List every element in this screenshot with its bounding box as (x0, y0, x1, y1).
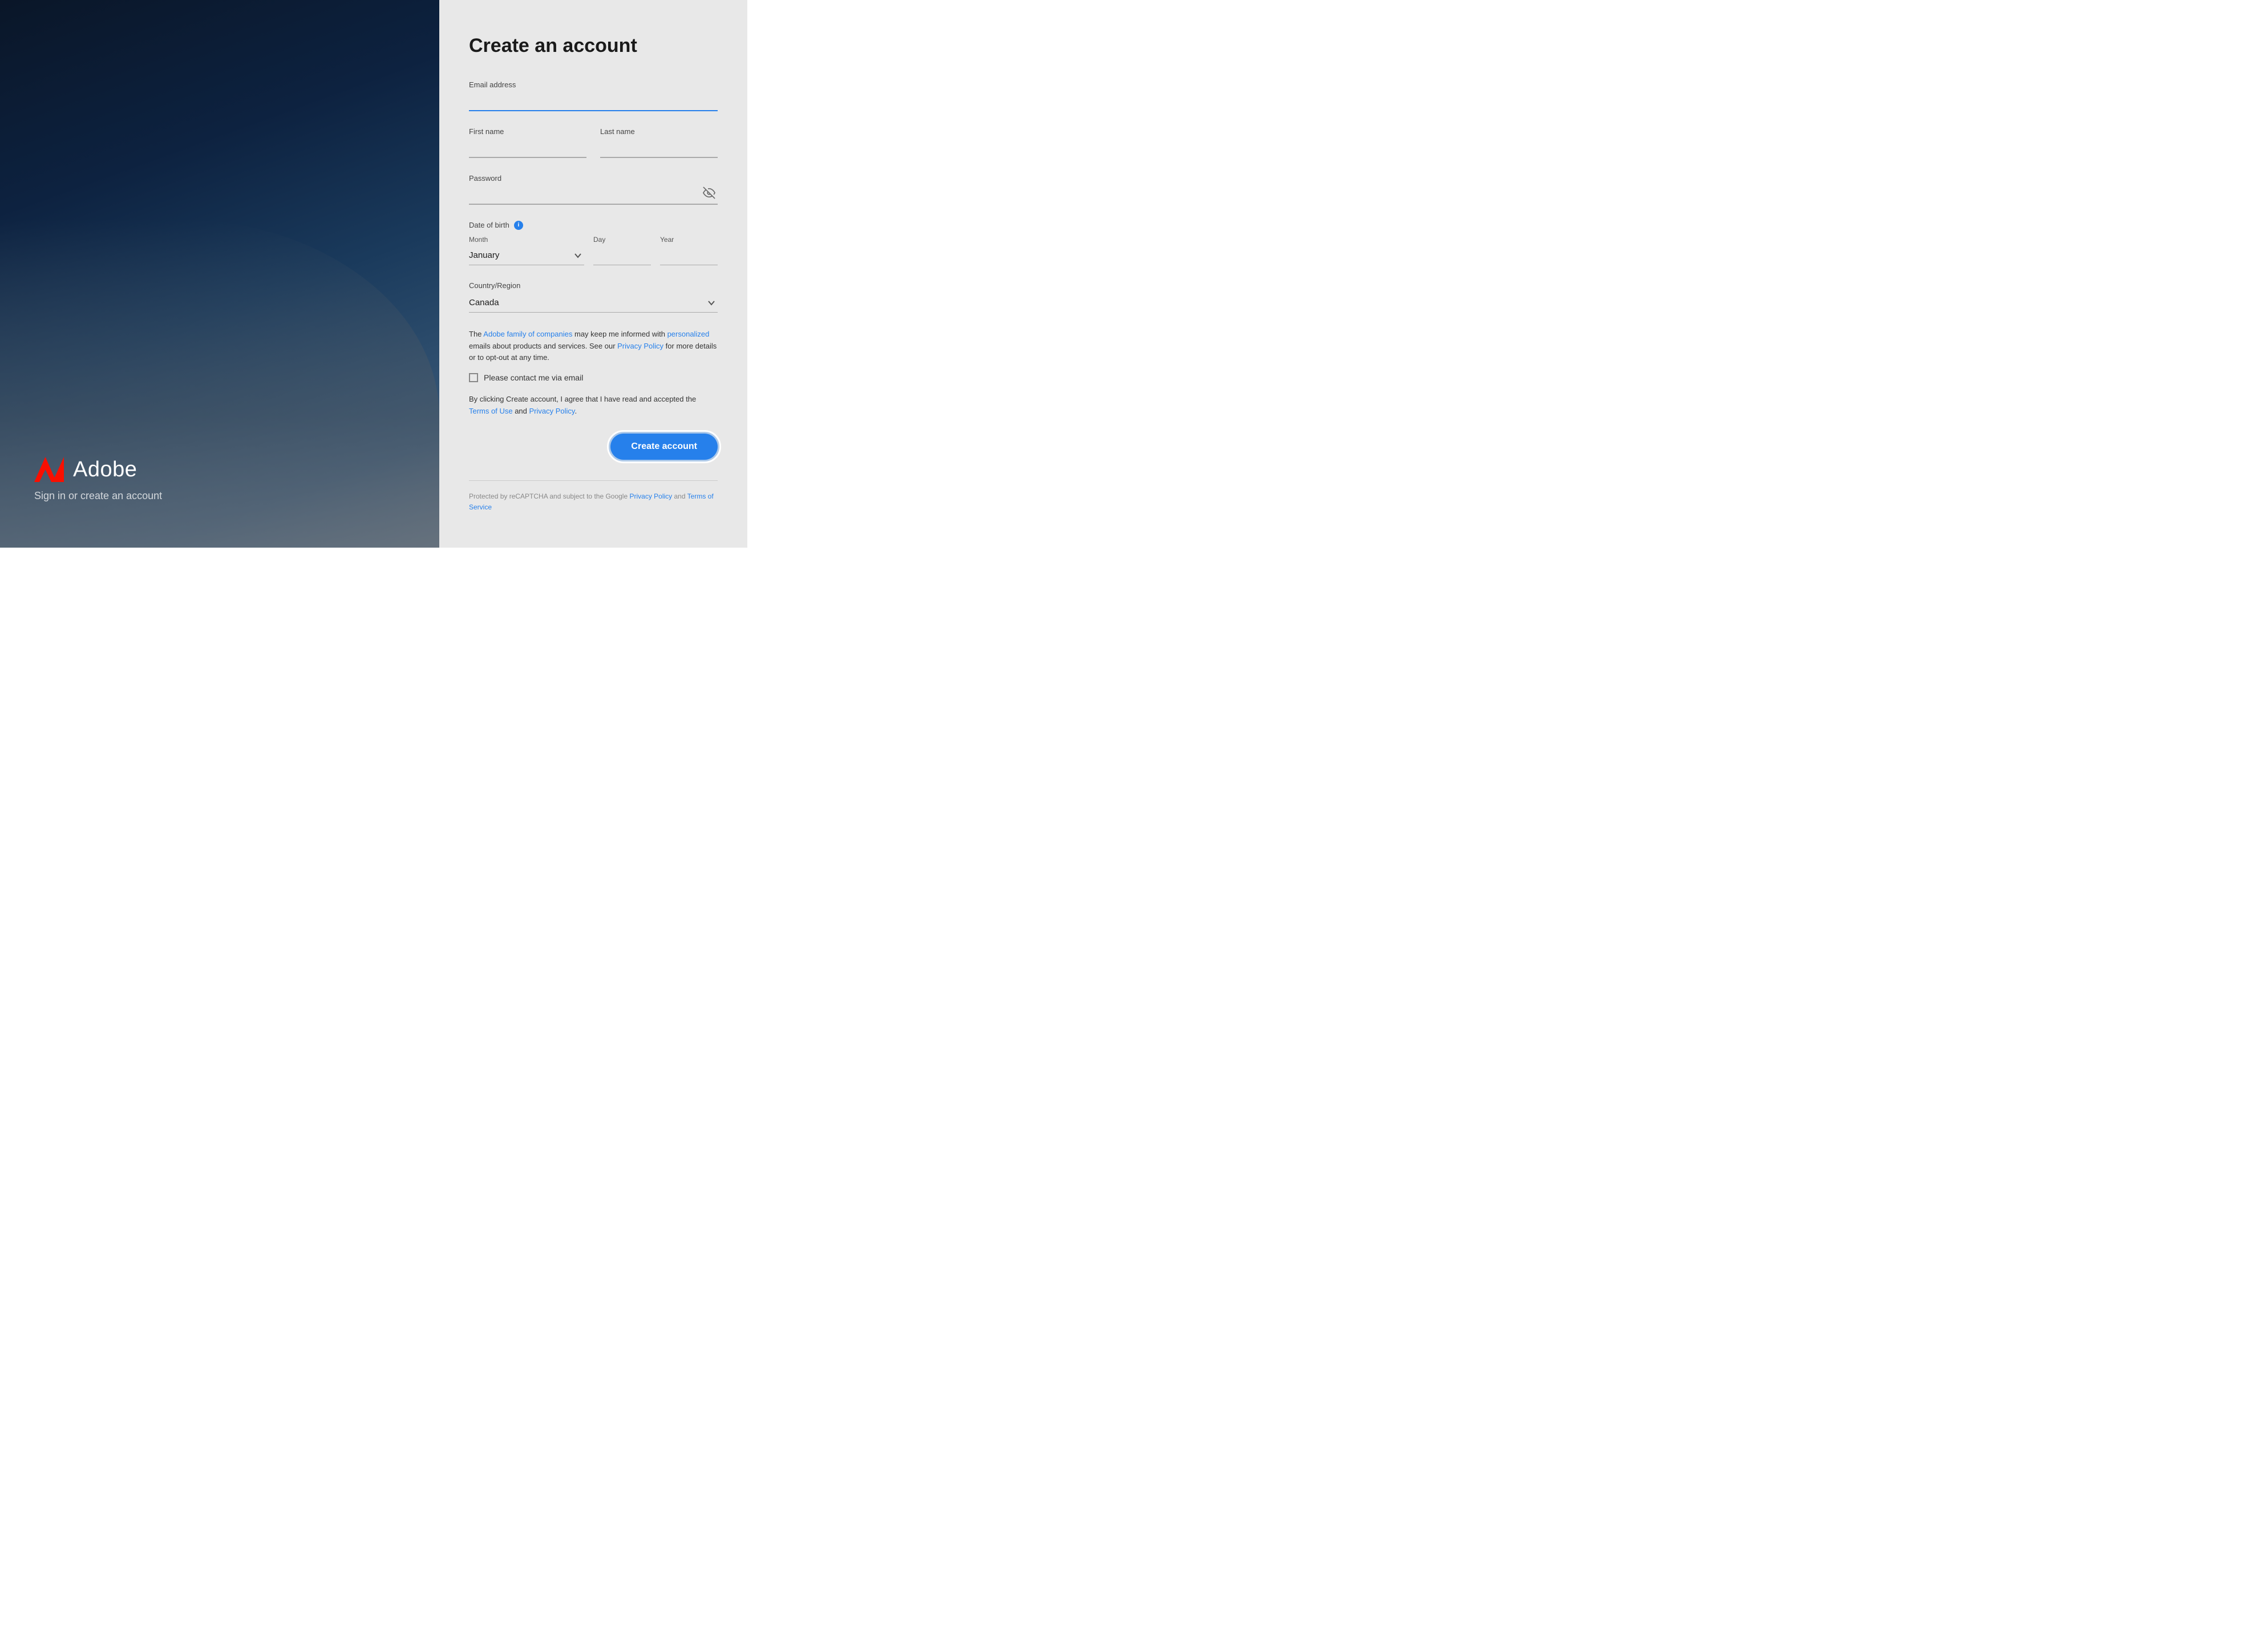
adobe-family-link[interactable]: Adobe family of companies (483, 330, 572, 338)
terms-text: By clicking Create account, I agree that… (469, 394, 718, 418)
divider (469, 480, 718, 481)
left-panel: Adobe Sign in or create an account (0, 0, 439, 548)
email-group: Email address (469, 80, 718, 111)
password-label: Password (469, 174, 718, 183)
checkbox-row: Please contact me via email (469, 373, 718, 382)
adobe-logo-wrapper: Adobe (34, 457, 405, 482)
recaptcha-privacy-link[interactable]: Privacy Policy (629, 492, 672, 500)
day-input[interactable] (593, 246, 651, 265)
consent-text: The Adobe family of companies may keep m… (469, 329, 718, 364)
country-select-wrapper: Canada United States United Kingdom Aust… (469, 293, 718, 313)
recaptcha-text: Protected by reCAPTCHA and subject to th… (469, 491, 718, 513)
create-account-button[interactable]: Create account (610, 434, 718, 460)
email-label: Email address (469, 80, 718, 89)
year-input[interactable] (660, 246, 718, 265)
name-row: First name Last name (469, 127, 718, 158)
year-col: Year (660, 236, 718, 265)
password-group: Password (469, 174, 718, 205)
country-select[interactable]: Canada United States United Kingdom Aust… (469, 293, 718, 313)
contact-checkbox[interactable] (469, 373, 478, 382)
password-wrapper (469, 186, 718, 205)
privacy-policy-link-1[interactable]: Privacy Policy (617, 342, 663, 350)
adobe-branding: Adobe Sign in or create an account (34, 457, 405, 502)
dob-section: Date of birth i Month January February M… (469, 221, 718, 281)
month-select[interactable]: January February March April May June Ju… (469, 246, 584, 265)
day-col: Day (593, 236, 651, 265)
form-title: Create an account (469, 34, 718, 58)
year-col-label: Year (660, 236, 718, 244)
create-btn-wrapper: Create account (469, 434, 718, 460)
adobe-wordmark: Adobe (73, 457, 137, 482)
country-label: Country/Region (469, 281, 718, 290)
dob-label-row: Date of birth i (469, 221, 718, 230)
last-name-label: Last name (600, 127, 718, 136)
dob-row: Month January February March April May J… (469, 236, 718, 265)
dob-label: Date of birth (469, 221, 509, 229)
right-panel: Create an account Email address First na… (439, 0, 747, 548)
country-group: Country/Region Canada United States Unit… (469, 281, 718, 313)
adobe-tagline: Sign in or create an account (34, 490, 405, 502)
personalized-link[interactable]: personalized (667, 330, 710, 338)
month-col-label: Month (469, 236, 584, 244)
last-name-input[interactable] (600, 139, 718, 158)
checkbox-label: Please contact me via email (484, 373, 583, 382)
dob-info-icon[interactable]: i (514, 221, 523, 230)
day-col-label: Day (593, 236, 651, 244)
month-select-wrapper: January February March April May June Ju… (469, 246, 584, 265)
terms-of-use-link[interactable]: Terms of Use (469, 407, 513, 415)
last-name-group: Last name (600, 127, 718, 158)
password-input[interactable] (469, 186, 718, 205)
first-name-group: First name (469, 127, 586, 158)
email-input[interactable] (469, 92, 718, 111)
privacy-policy-link-2[interactable]: Privacy Policy (529, 407, 575, 415)
toggle-password-icon[interactable] (703, 187, 715, 199)
month-col: Month January February March April May J… (469, 236, 584, 265)
first-name-label: First name (469, 127, 586, 136)
first-name-input[interactable] (469, 139, 586, 158)
adobe-logo-icon (34, 457, 64, 482)
